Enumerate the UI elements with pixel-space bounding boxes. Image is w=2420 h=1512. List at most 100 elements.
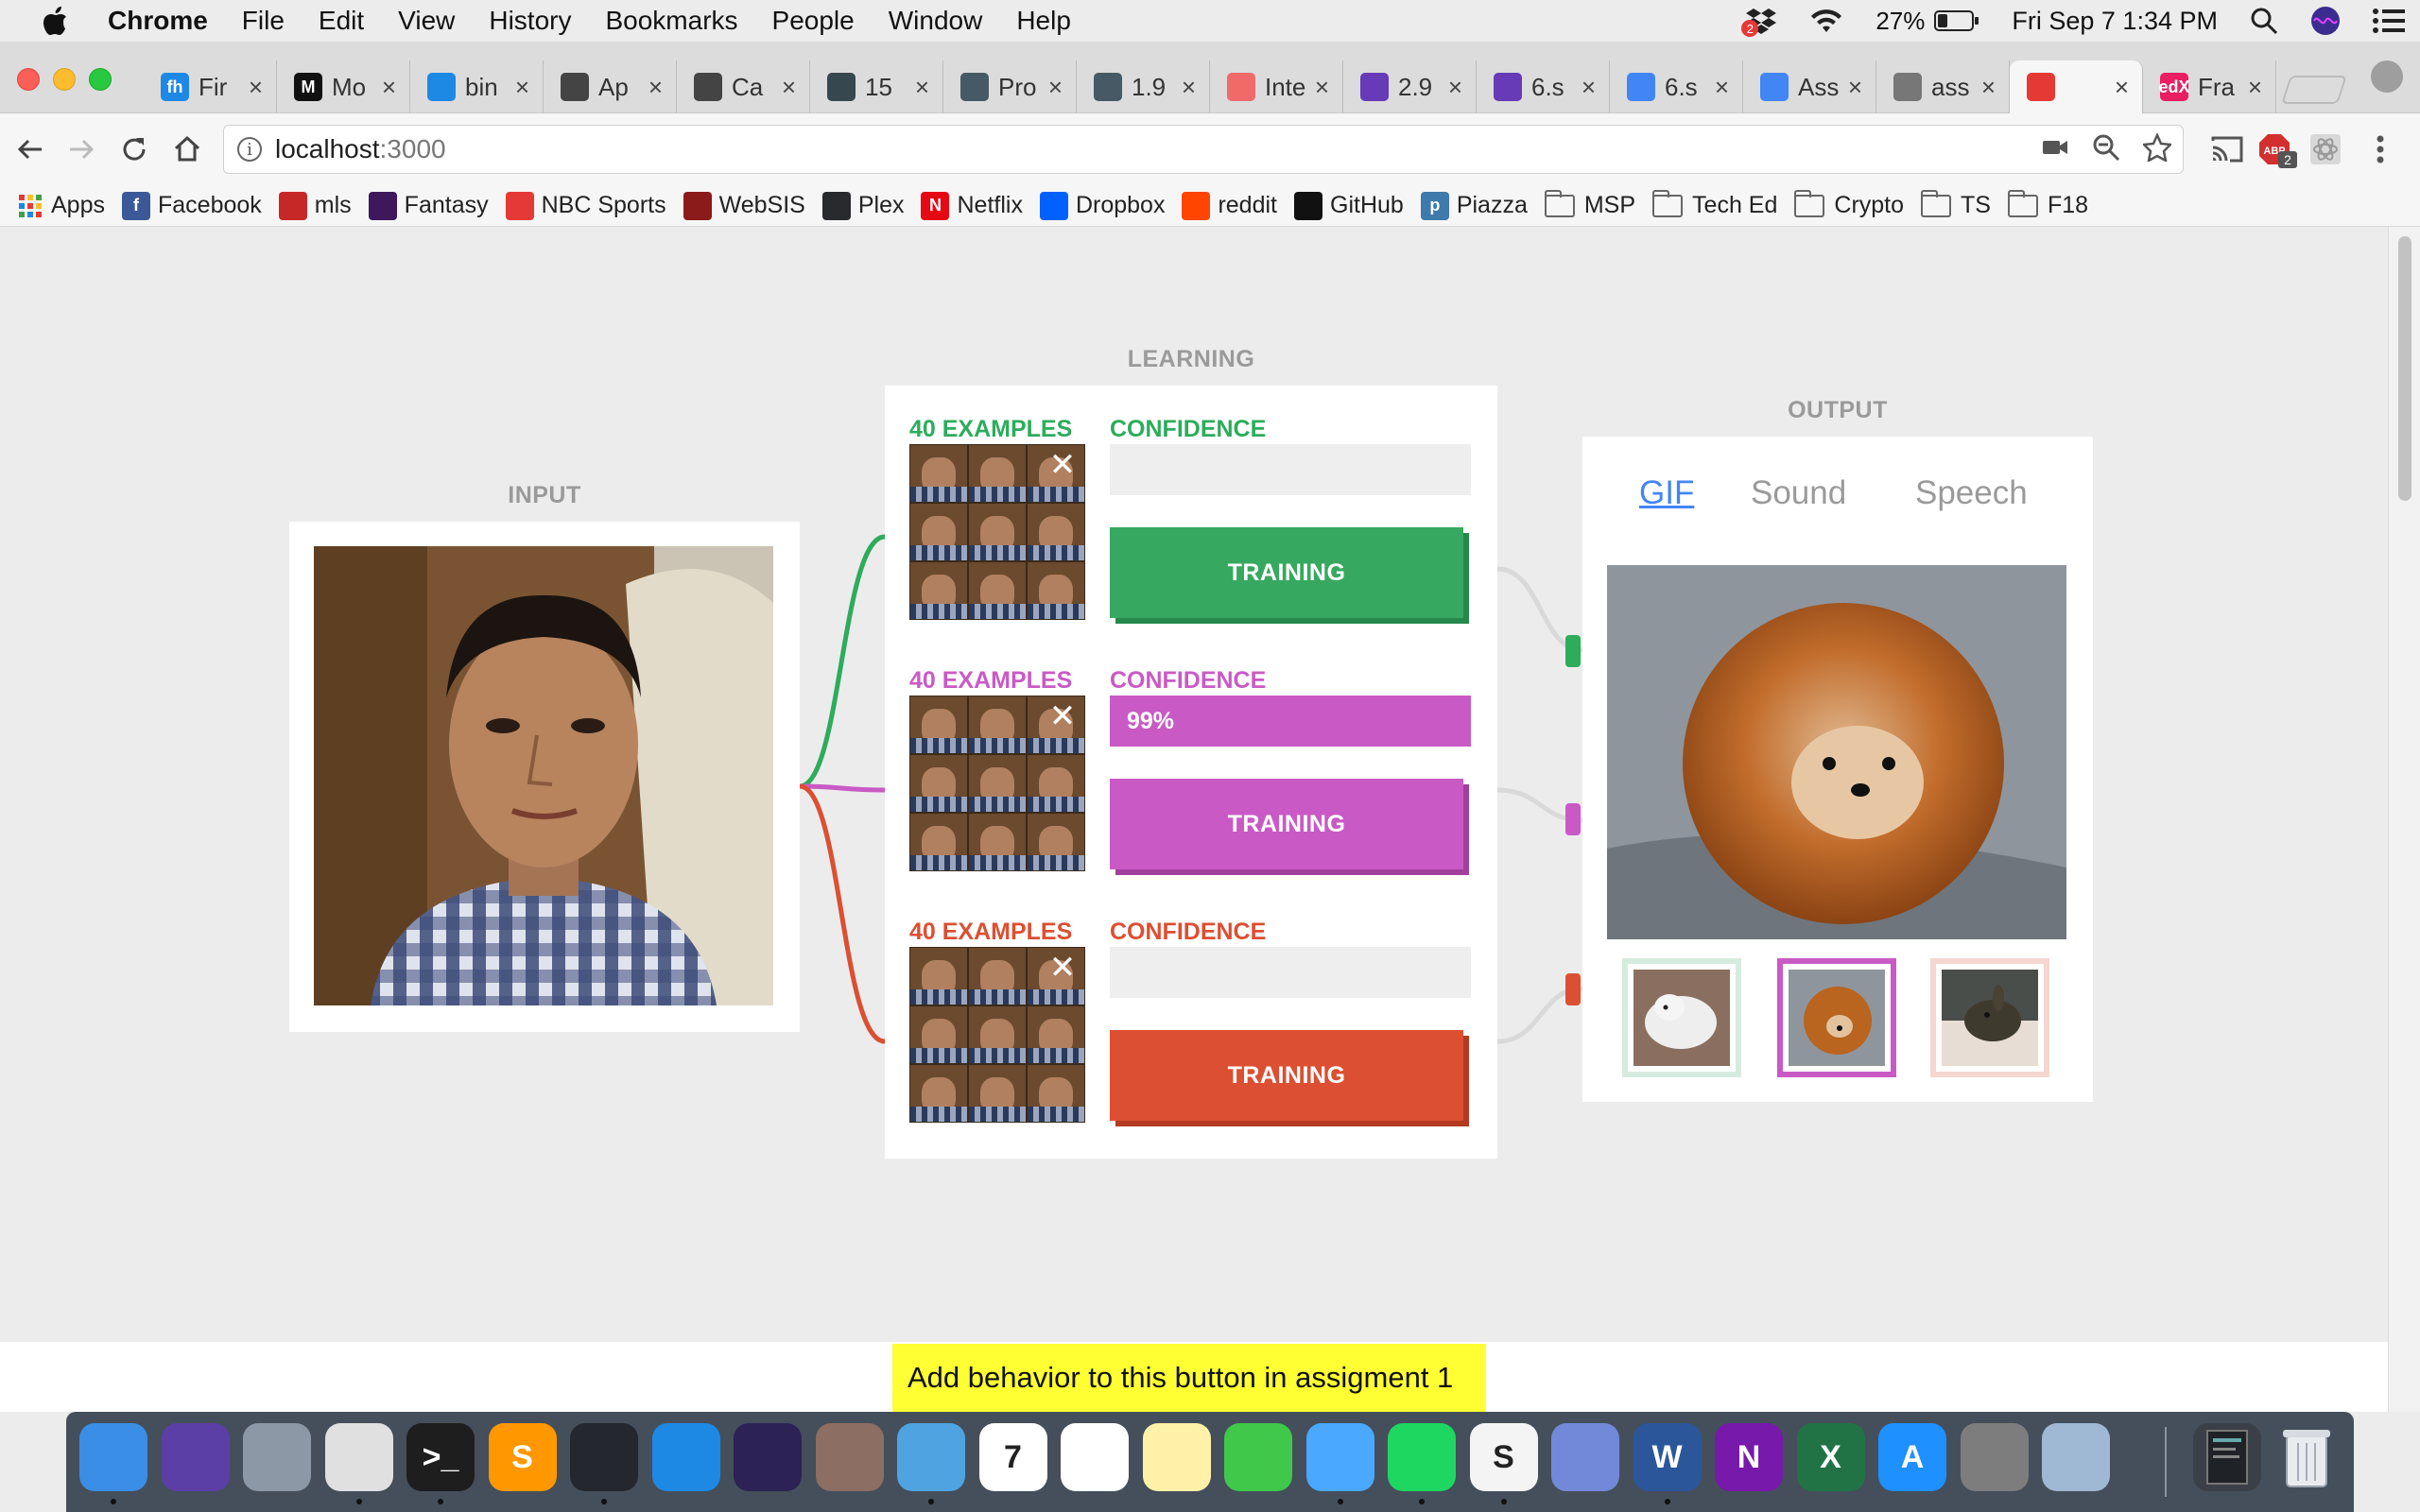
tab-close-icon[interactable]: ×: [1048, 73, 1063, 102]
dock-photos-icon[interactable]: [1061, 1423, 1129, 1491]
new-tab-button[interactable]: [2281, 76, 2347, 104]
tab-close-icon[interactable]: ×: [1315, 73, 1329, 102]
zoom-window-button[interactable]: [89, 68, 112, 91]
browser-tab[interactable]: edX Fra ×: [2143, 60, 2276, 113]
profile-avatar[interactable]: [2371, 60, 2403, 93]
bookmark-dropbox[interactable]: Dropbox: [1039, 191, 1165, 220]
menu-view[interactable]: View: [398, 6, 455, 36]
dock-messages-icon[interactable]: [1305, 1423, 1374, 1491]
browser-tab[interactable]: 15 ×: [810, 60, 943, 113]
dock-appstore-icon[interactable]: A: [1878, 1423, 1946, 1491]
forward-button[interactable]: [62, 130, 100, 168]
dock-word-icon[interactable]: W: [1633, 1423, 1702, 1491]
gif-thumb-2[interactable]: [1777, 958, 1896, 1077]
wifi-icon[interactable]: [1809, 8, 1843, 34]
apple-icon[interactable]: [38, 4, 72, 38]
dock-discord-icon[interactable]: [1551, 1423, 1619, 1491]
page-scrollbar[interactable]: [2388, 227, 2420, 1412]
browser-tab[interactable]: ×: [2010, 60, 2143, 113]
spotlight-icon[interactable]: [2250, 7, 2278, 35]
bookmark-nbc-sports[interactable]: NBC Sports: [505, 191, 666, 220]
tab-close-icon[interactable]: ×: [782, 73, 796, 102]
menu-window[interactable]: Window: [889, 6, 983, 36]
kebab-menu-icon[interactable]: [2361, 130, 2399, 168]
gif-thumb-1[interactable]: [1622, 958, 1741, 1077]
react-devtools-icon[interactable]: [2307, 130, 2344, 168]
minimize-window-button[interactable]: [53, 68, 76, 91]
bookmark-tech-ed[interactable]: Tech Ed: [1652, 189, 1777, 219]
dock-slack-icon[interactable]: S: [1469, 1423, 1538, 1491]
dock-onenote-icon[interactable]: N: [1715, 1423, 1783, 1491]
browser-tab[interactable]: fh Fir ×: [144, 60, 277, 113]
bookmark-f18[interactable]: F18: [2007, 189, 2088, 219]
menu-people[interactable]: People: [772, 6, 855, 36]
zoom-out-icon[interactable]: [2092, 133, 2120, 168]
browser-tab[interactable]: 2.9 ×: [1343, 60, 1477, 113]
dock-xcode-icon[interactable]: [651, 1423, 720, 1491]
tab-close-icon[interactable]: ×: [249, 73, 263, 102]
cast-icon[interactable]: [2208, 130, 2246, 168]
browser-tab[interactable]: Ap ×: [544, 60, 677, 113]
dock-sublime-icon[interactable]: S: [488, 1423, 557, 1491]
trash-icon[interactable]: [2273, 1423, 2341, 1491]
tab-speech[interactable]: Speech: [1915, 474, 2028, 512]
battery-icon[interactable]: [1934, 9, 1979, 32]
dock-facetime-icon[interactable]: [1224, 1423, 1292, 1491]
bookmark-websis[interactable]: WebSIS: [683, 191, 805, 220]
scrollbar-thumb[interactable]: [2398, 236, 2411, 501]
dock-vscode-icon[interactable]: [570, 1423, 638, 1491]
tab-close-icon[interactable]: ×: [2115, 73, 2129, 102]
clear-examples-icon[interactable]: ✕: [1047, 700, 1078, 732]
info-icon[interactable]: i: [237, 137, 262, 162]
train-button-3[interactable]: TRAINING: [1110, 1030, 1463, 1121]
reload-button[interactable]: [115, 130, 153, 168]
bookmark-fantasy[interactable]: Fantasy: [368, 191, 489, 220]
dock-siri-icon[interactable]: [161, 1423, 230, 1491]
dock-preview-icon[interactable]: [2042, 1423, 2110, 1491]
dock-eclipse-icon[interactable]: [734, 1423, 802, 1491]
tab-close-icon[interactable]: ×: [1715, 73, 1729, 102]
clock[interactable]: Fri Sep 7 1:34 PM: [2012, 7, 2218, 36]
bookmark-piazza[interactable]: p Piazza: [1420, 191, 1528, 220]
bookmark-star-icon[interactable]: [2141, 131, 2173, 168]
browser-tab[interactable]: Inte ×: [1210, 60, 1343, 113]
menu-bookmarks[interactable]: Bookmarks: [605, 6, 737, 36]
browser-tab[interactable]: ass ×: [1876, 60, 2010, 113]
dock-settings-icon[interactable]: [1960, 1423, 2029, 1491]
clear-examples-icon[interactable]: ✕: [1047, 952, 1078, 984]
browser-tab[interactable]: bin ×: [410, 60, 544, 113]
bookmark-msp[interactable]: MSP: [1544, 189, 1635, 219]
bookmark-ts[interactable]: TS: [1921, 189, 1991, 219]
tab-close-icon[interactable]: ×: [1848, 73, 1862, 102]
train-button-2[interactable]: TRAINING: [1110, 779, 1463, 869]
tab-close-icon[interactable]: ×: [1582, 73, 1596, 102]
bookmark-apps[interactable]: Apps: [17, 192, 105, 219]
tab-close-icon[interactable]: ×: [2248, 73, 2262, 102]
dock-notes-icon[interactable]: [1142, 1423, 1211, 1491]
browser-tab[interactable]: 6.s ×: [1610, 60, 1743, 113]
tab-close-icon[interactable]: ×: [515, 73, 529, 102]
menu-file[interactable]: File: [242, 6, 285, 36]
train-button-1[interactable]: TRAINING: [1110, 527, 1463, 618]
adblock-icon[interactable]: ABP 2: [2256, 130, 2297, 168]
tab-close-icon[interactable]: ×: [1448, 73, 1462, 102]
browser-tab[interactable]: Pro ×: [943, 60, 1077, 113]
browser-tab[interactable]: Ass ×: [1743, 60, 1876, 113]
dock-downloads-stack[interactable]: [2193, 1423, 2261, 1491]
browser-tab[interactable]: 1.9 ×: [1077, 60, 1210, 113]
address-bar[interactable]: i localhost:3000: [223, 125, 2184, 174]
dock-excel-icon[interactable]: X: [1796, 1423, 1865, 1491]
back-button[interactable]: [11, 130, 49, 168]
bookmark-netflix[interactable]: N Netflix: [921, 191, 1023, 220]
menu-app-chrome[interactable]: Chrome: [108, 6, 208, 36]
browser-tab[interactable]: 6.s ×: [1477, 60, 1610, 113]
dock-terminal-icon[interactable]: >_: [406, 1423, 475, 1491]
gif-thumb-3[interactable]: [1930, 958, 2049, 1077]
browser-tab[interactable]: Ca ×: [677, 60, 810, 113]
dock-spotify-icon[interactable]: [1388, 1423, 1456, 1491]
tab-gif[interactable]: GIF: [1639, 474, 1694, 512]
dock-calendar-icon[interactable]: 7: [978, 1423, 1047, 1491]
camera-icon[interactable]: [2041, 133, 2069, 168]
dock-chrome-icon[interactable]: [324, 1423, 393, 1491]
bookmark-reddit[interactable]: reddit: [1182, 191, 1277, 220]
